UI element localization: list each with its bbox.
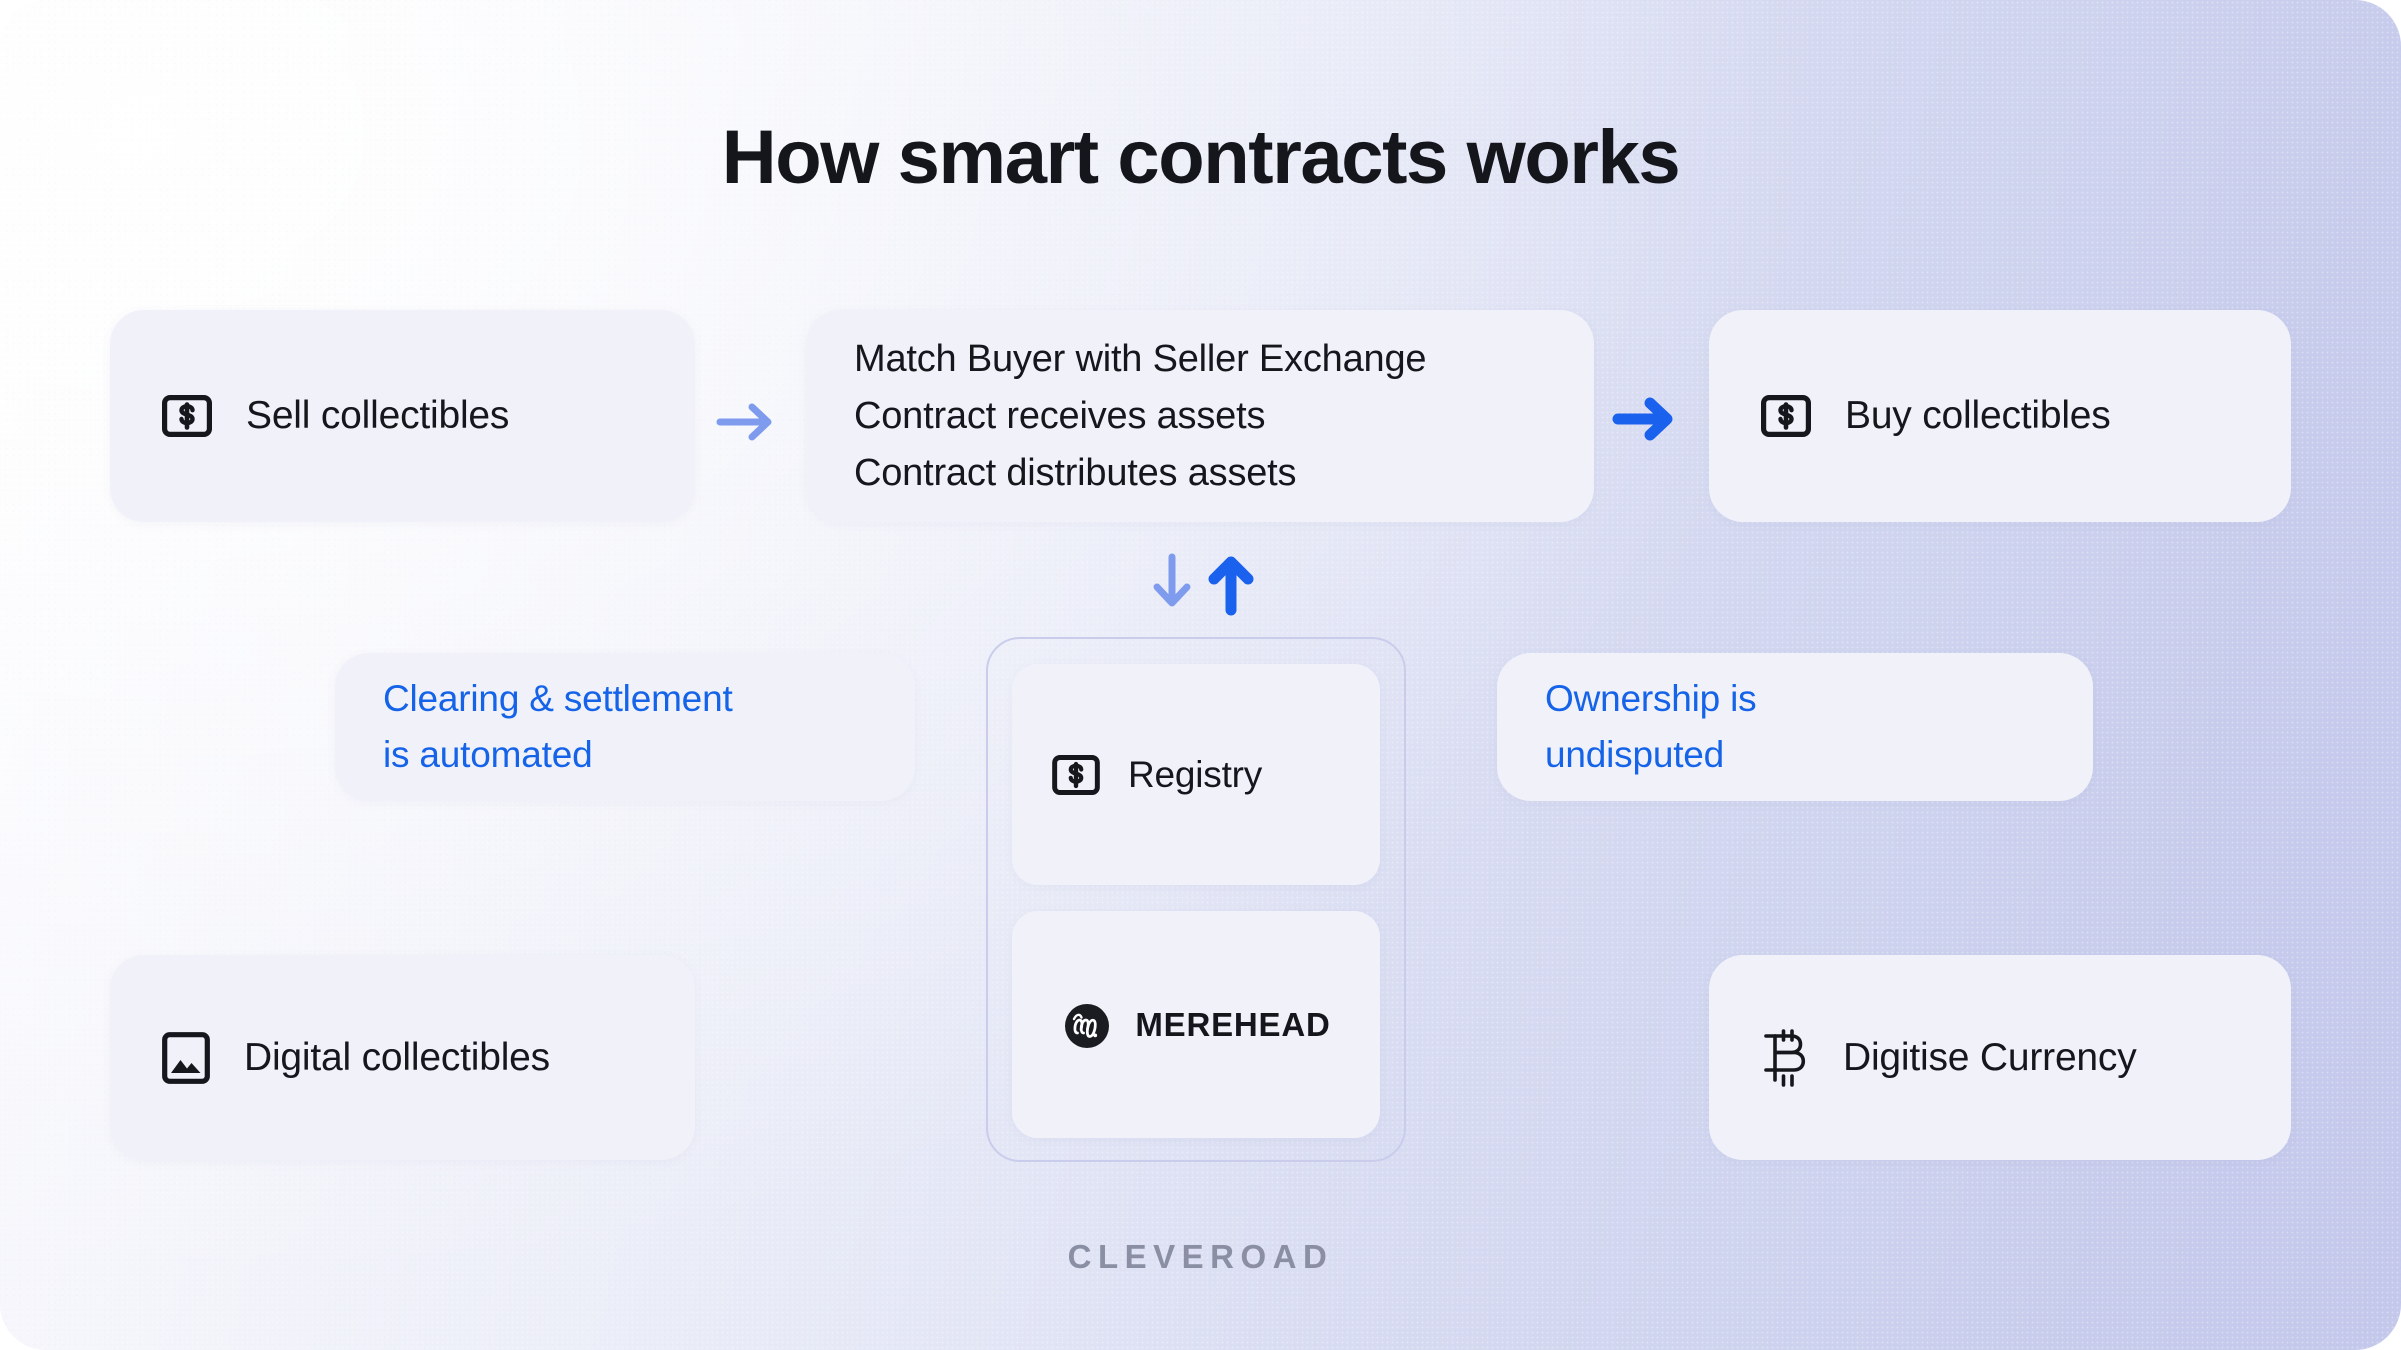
clearing-line-2: is automated: [383, 734, 593, 775]
card-content: Registry: [1012, 664, 1380, 885]
ownership-line-2: undisputed: [1545, 734, 1725, 775]
card-label: Buy collectibles: [1845, 394, 2111, 437]
card-content: Sell collectibles: [110, 310, 695, 522]
arrow-down-icon: [1148, 552, 1196, 619]
merehead-monogram-icon: [1061, 999, 1113, 1051]
card-content: Digitise Currency: [1709, 955, 2291, 1160]
card-content: Ownership is undisputed: [1497, 653, 2093, 801]
card-label: Digitise Currency: [1843, 1035, 2137, 1079]
card-content: Match Buyer with Seller Exchange Contrac…: [806, 310, 1594, 522]
arrow-right-icon: [716, 398, 778, 451]
clearing-line-1: Clearing & settlement: [383, 678, 733, 719]
card-content: Digital collectibles: [110, 955, 695, 1160]
card-ownership-undisputed[interactable]: Ownership is undisputed: [1497, 653, 2093, 801]
brand-label: MEREHEAD: [1135, 1005, 1331, 1043]
card-digital-collectibles[interactable]: Digital collectibles: [110, 955, 695, 1160]
bitcoin-icon: [1761, 1027, 1809, 1089]
card-sell-collectibles[interactable]: Sell collectibles: [110, 310, 695, 522]
cleveroad-logo: CLEVEROAD: [1067, 1238, 1334, 1275]
card-merehead-brand[interactable]: MEREHEAD: [1012, 911, 1380, 1138]
contract-line-1: Match Buyer with Seller Exchange: [854, 337, 1427, 380]
card-label: Sell collectibles: [246, 394, 510, 437]
card-contract-steps[interactable]: Match Buyer with Seller Exchange Contrac…: [806, 310, 1594, 522]
card-label: Digital collectibles: [244, 1035, 550, 1079]
banknote-dollar-icon: [1052, 754, 1100, 795]
ownership-line-1: Ownership is: [1545, 678, 1757, 719]
contract-line-2: Contract receives assets: [854, 394, 1266, 437]
image-picture-icon: [162, 1031, 210, 1084]
infographic-canvas: How smart contracts works Sell collectib…: [0, 0, 2401, 1350]
card-buy-collectibles[interactable]: Buy collectibles: [1709, 310, 2291, 522]
banknote-dollar-icon: [1761, 395, 1811, 437]
banknote-dollar-icon: [162, 395, 212, 437]
card-content: Clearing & settlement is automated: [335, 653, 915, 801]
card-registry[interactable]: Registry: [1012, 664, 1380, 885]
card-content: MEREHEAD: [1012, 911, 1380, 1138]
card-content: Buy collectibles: [1709, 310, 2291, 522]
page-title: How smart contracts works: [721, 115, 1681, 200]
card-label: Registry: [1128, 753, 1263, 795]
contract-line-3: Contract distributes assets: [854, 451, 1297, 494]
arrow-right-icon: [1612, 392, 1678, 451]
card-digitise-currency[interactable]: Digitise Currency: [1709, 955, 2291, 1160]
card-clearing-settlement[interactable]: Clearing & settlement is automated: [335, 653, 915, 801]
arrow-up-icon: [1205, 550, 1257, 621]
